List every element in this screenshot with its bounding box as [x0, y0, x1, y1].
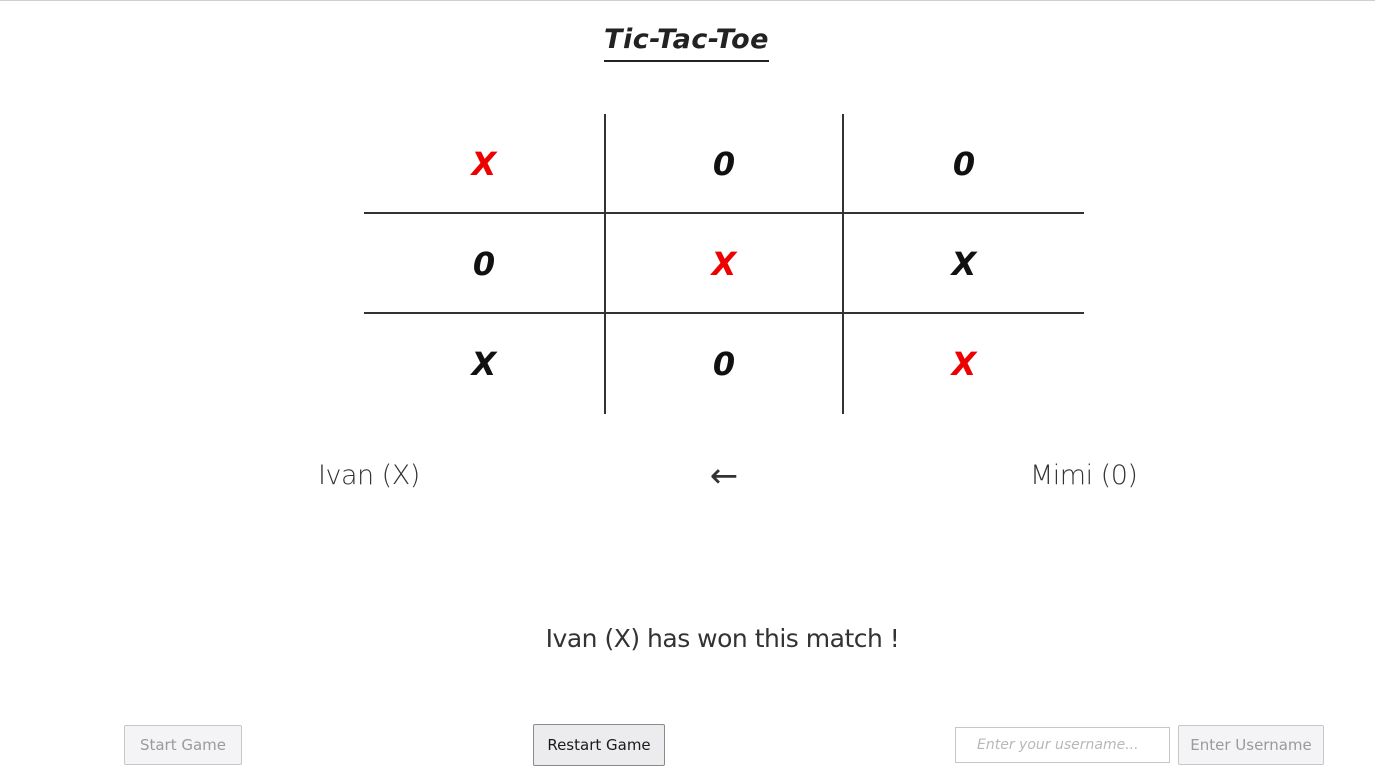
top-border — [0, 0, 1375, 1]
board-cell[interactable]: X — [364, 114, 604, 214]
player-o-label: Mimi (0) — [1030, 460, 1138, 491]
game-board: X 0 0 0 X X X 0 X — [364, 114, 1084, 414]
match-status: Ivan (X) has won this match ! — [545, 624, 900, 653]
board-cell[interactable]: 0 — [844, 114, 1084, 214]
turn-arrow-icon: ← — [709, 456, 739, 496]
start-game-button[interactable]: Start Game — [124, 725, 242, 765]
board-cell[interactable]: 0 — [364, 214, 604, 314]
page-title: Tic-Tac-Toe — [604, 22, 769, 62]
enter-username-button[interactable]: Enter Username — [1178, 725, 1324, 765]
page-title-wrap: Tic-Tac-Toe — [0, 22, 1375, 66]
board-cell[interactable]: X — [364, 314, 604, 414]
player-x-label: Ivan (X) — [318, 460, 420, 491]
board-cell[interactable]: 0 — [604, 114, 844, 214]
restart-game-button[interactable]: Restart Game — [533, 724, 665, 766]
board-cell[interactable]: 0 — [604, 314, 844, 414]
board-cell[interactable]: X — [604, 214, 844, 314]
board-cell[interactable]: X — [844, 214, 1084, 314]
username-input[interactable] — [955, 727, 1170, 763]
board-cell[interactable]: X — [844, 314, 1084, 414]
